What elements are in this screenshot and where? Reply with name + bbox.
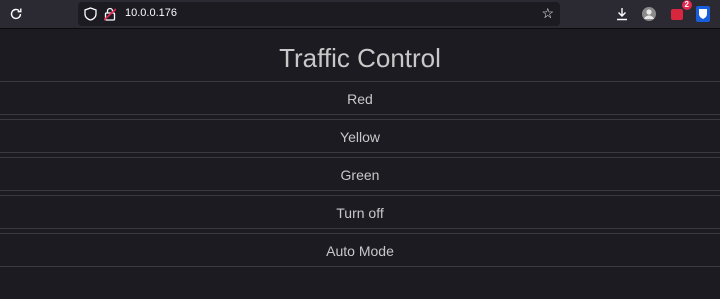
auto-mode-button[interactable]: Auto Mode: [0, 233, 720, 267]
red-button[interactable]: Red: [0, 81, 720, 115]
url-text[interactable]: 10.0.0.176: [125, 7, 177, 19]
reload-icon[interactable]: [5, 4, 27, 24]
extension-icon[interactable]: 2: [666, 0, 692, 24]
yellow-button[interactable]: Yellow: [0, 119, 720, 153]
page-title: Traffic Control: [279, 43, 441, 73]
avatar-icon[interactable]: [638, 4, 660, 24]
browser-toolbar: 10.0.0.176 ☆ 2: [0, 0, 720, 29]
button-list: Red Yellow Green Turn off Auto Mode: [0, 81, 720, 267]
turn-off-button[interactable]: Turn off: [0, 195, 720, 229]
extension-badge: 2: [681, 0, 692, 10]
lock-warning-icon[interactable]: [102, 6, 118, 22]
download-icon[interactable]: [611, 4, 633, 24]
page-content: Traffic Control Red Yellow Green Turn of…: [0, 29, 720, 267]
shield-icon[interactable]: [82, 6, 98, 22]
green-button[interactable]: Green: [0, 157, 720, 191]
bitwarden-icon[interactable]: [692, 4, 714, 24]
star-icon[interactable]: ☆: [541, 5, 554, 22]
url-bar[interactable]: 10.0.0.176 ☆: [78, 2, 560, 26]
